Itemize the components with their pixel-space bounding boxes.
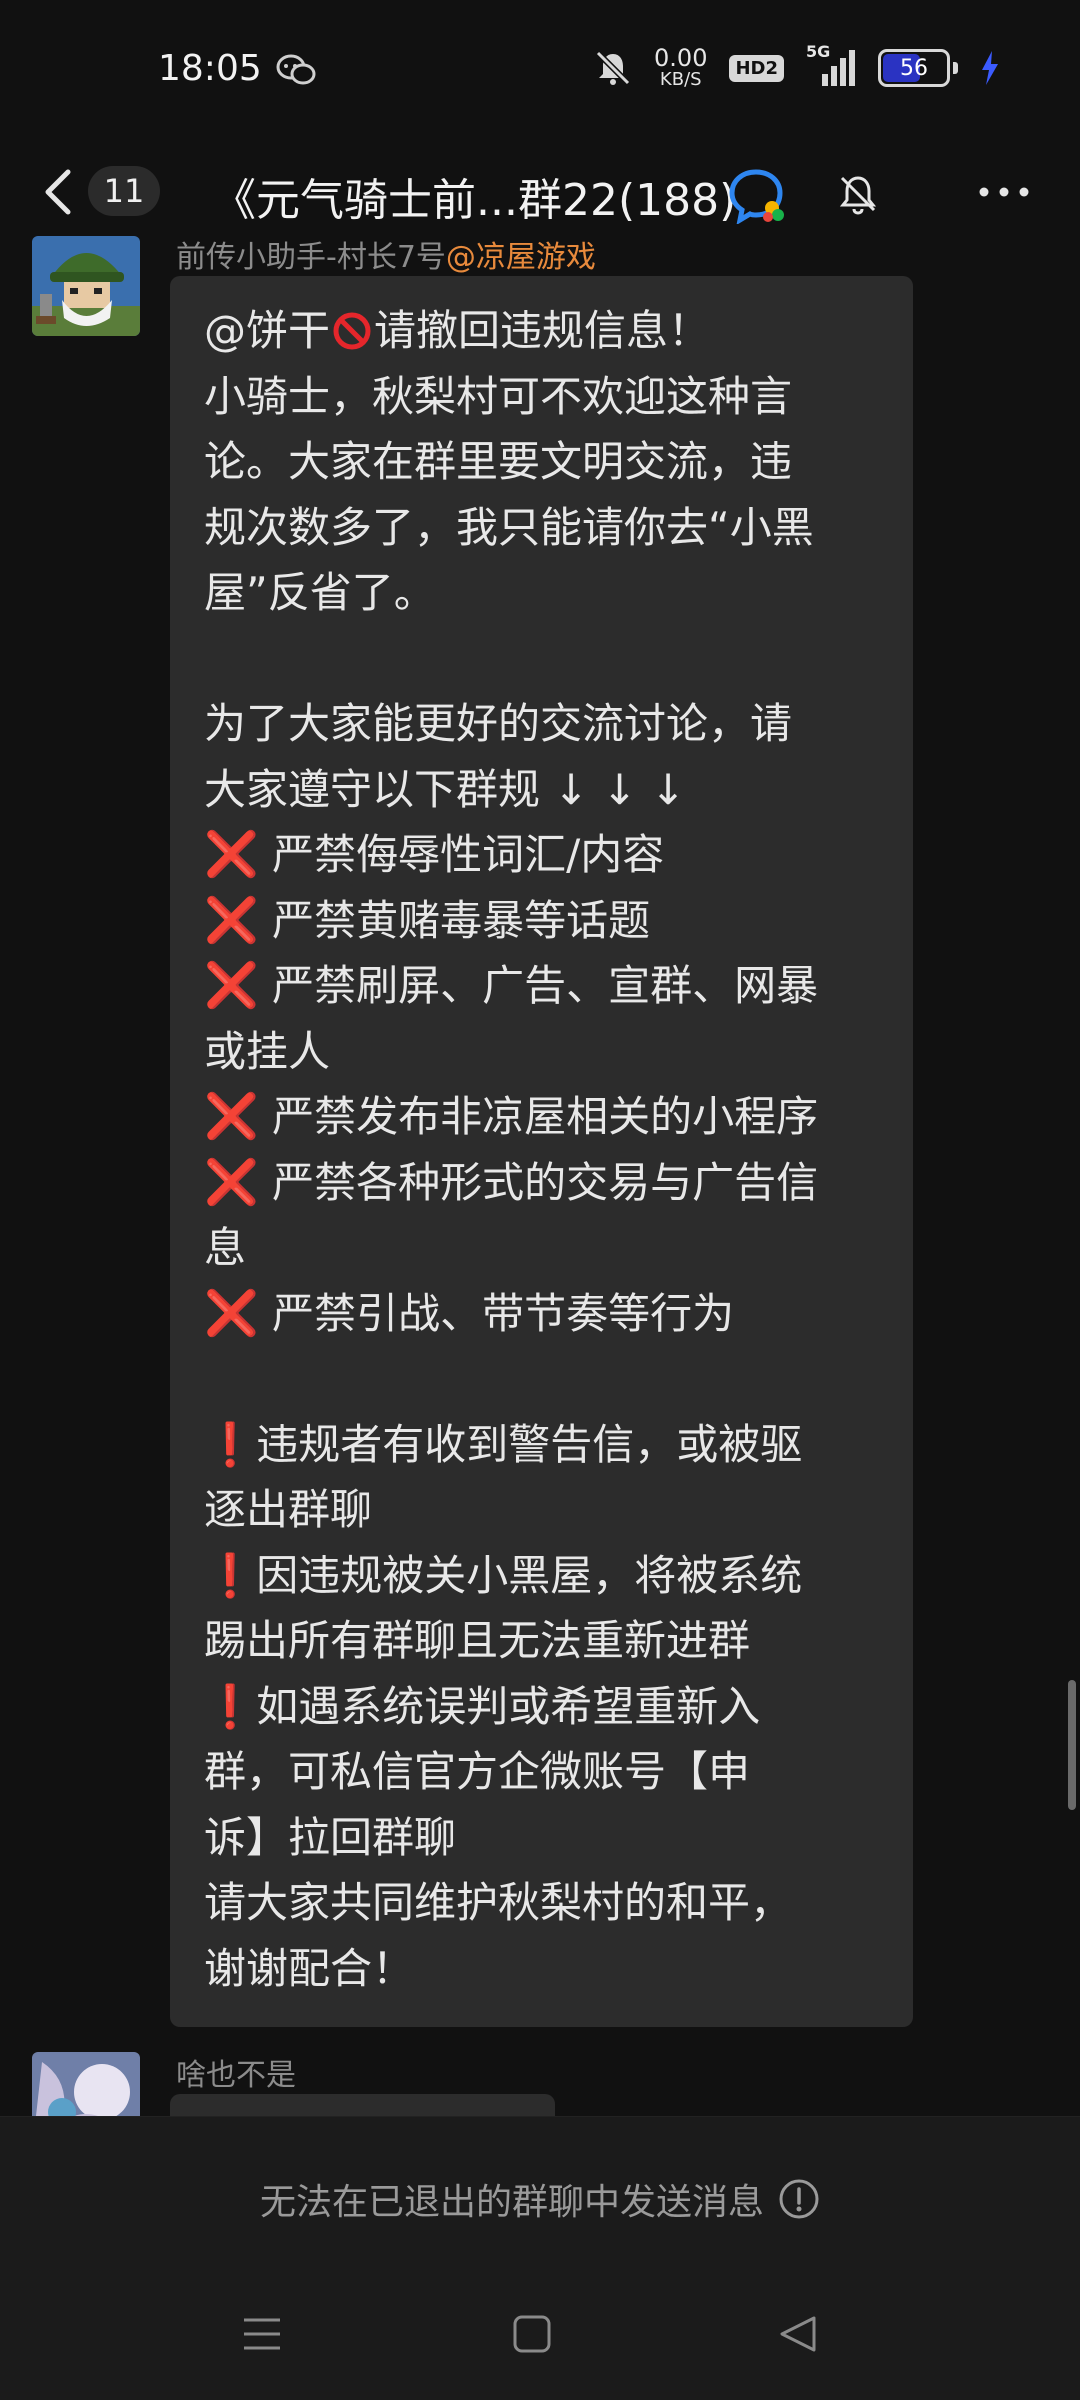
message-text: 请撤回违规信息！: [374, 306, 711, 355]
rule-text: 严禁各种形式的交易与广告信: [258, 1157, 819, 1207]
system-nav-bar: [0, 2268, 1080, 2400]
signal-strength-icon: 5G: [806, 42, 856, 88]
scrollbar-thumb[interactable]: [1068, 1680, 1076, 1810]
sender-org-tag: @凉屋游戏: [445, 240, 596, 275]
back-button[interactable]: [40, 168, 76, 216]
cross-mark-icon: ❌: [204, 1091, 259, 1142]
sender-name: 前传小助手-村长7号@凉屋游戏: [176, 232, 596, 276]
status-time: 18:05: [158, 48, 262, 89]
message-line: 息: [204, 1223, 247, 1272]
cross-mark-icon: ❌: [204, 829, 259, 880]
rule-line: ❌ 严禁发布非凉屋相关的小程序: [204, 1084, 883, 1150]
message-line: 论。大家在群里要文明交流，违: [204, 437, 793, 486]
exclamation-icon: ❗: [204, 1550, 257, 1600]
notice-text: 违规者有收到警告信，或被驱: [256, 1419, 803, 1469]
message-line: 或挂人: [204, 1026, 331, 1076]
message-line: 规次数多了，我只能请你去“小黑: [204, 502, 814, 552]
message-line: 屋”反省了。: [204, 568, 436, 617]
cross-mark-icon: ❌: [204, 1156, 259, 1208]
menu-icon[interactable]: [240, 2312, 284, 2356]
message-line: 小骑士，秋梨村可不欢迎这种言: [204, 371, 793, 421]
battery-level: 56: [900, 55, 928, 81]
message-line: 踢出所有群聊且无法重新进群: [204, 1616, 751, 1665]
avatar[interactable]: [32, 236, 140, 336]
message-line: 大家遵守以下群规 ↓ ↓ ↓: [204, 764, 686, 814]
unread-count-badge[interactable]: 11: [88, 166, 160, 216]
network-speed-unit: KB/S: [659, 69, 702, 90]
mute-notification-icon: [595, 50, 631, 86]
message-line: 逐出群聊: [204, 1485, 373, 1534]
screen: 18:05 0.00 KB/S HD2 5G 56 11 《元气骑士前...群2…: [0, 0, 1080, 2400]
notice-text: 如遇系统误判或希望重新入: [256, 1681, 761, 1731]
message-line: [204, 1346, 883, 1412]
notice-text: 无法在已退出的群聊中发送消息: [259, 2182, 764, 2223]
mention-text: @饼干: [204, 306, 331, 355]
message-bubble[interactable]: @饼干 请撤回违规信息！ 小骑士，秋梨村可不欢迎这种言 论。大家在群里要文明交流，…: [170, 276, 913, 2027]
message-line: 诉】拉回群聊: [204, 1812, 457, 1862]
message-line: 群，可私信官方企微账号【申: [204, 1747, 751, 1796]
wechat-icon: [276, 54, 316, 85]
rule-text: 严禁发布非凉屋相关的小程序: [258, 1092, 819, 1141]
message-line: 请大家共同维护秋梨村的和平，: [204, 1878, 793, 1927]
exclamation-icon: ❗: [204, 1681, 257, 1731]
triangle-back-icon[interactable]: [776, 2312, 820, 2356]
message-line: [204, 626, 883, 692]
rule-line: ❌ 严禁引战、带节奏等行为: [204, 1281, 883, 1347]
message-line: 为了大家能更好的交流讨论，请: [204, 699, 793, 748]
status-bar: 18:05 0.00 KB/S HD2 5G 56: [0, 0, 1080, 140]
battery-tip: [953, 62, 958, 74]
chat-title[interactable]: 《元气骑士前...群22(188): [212, 164, 736, 228]
cross-mark-icon: ❌: [204, 1287, 259, 1339]
cross-mark-icon: ❌: [204, 960, 259, 1011]
notice-line: ❗如遇系统误判或希望重新入: [204, 1674, 883, 1740]
network-speed-value: 0.00: [654, 44, 708, 72]
message-line: 谢谢配合！: [204, 1943, 415, 1993]
charging-bolt-icon: [982, 51, 998, 85]
message-line: @饼干 请撤回违规信息！: [204, 298, 883, 364]
exclamation-icon: ❗: [204, 1419, 257, 1469]
cross-mark-icon: ❌: [204, 894, 259, 946]
notice-line: ❗违规者有收到警告信，或被驱: [204, 1412, 883, 1478]
group-chat-icon[interactable]: [728, 168, 788, 224]
sender-display-name: 前传小助手-村长7号: [176, 240, 446, 275]
info-circle-icon[interactable]: [778, 2178, 820, 2220]
chat-header: 11 《元气骑士前...群22(188): [0, 140, 1080, 240]
rule-text: 严禁引战、带节奏等行为: [258, 1288, 735, 1338]
status-indicators: 0.00 KB/S HD2 5G 56: [594, 42, 1000, 90]
rule-line: ❌ 严禁侮辱性词汇/内容: [204, 822, 883, 888]
left-group-notice: 无法在已退出的群聊中发送消息: [0, 2173, 1080, 2225]
hd-voice-badge: HD2: [729, 54, 784, 82]
rule-line: ❌ 严禁黄赌毒暴等话题: [204, 888, 883, 954]
rule-text: 严禁侮辱性词汇/内容: [258, 830, 665, 879]
notice-line: ❗因违规被关小黑屋，将被系统: [204, 1543, 883, 1609]
rule-text: 严禁黄赌毒暴等话题: [258, 895, 651, 945]
bell-off-icon[interactable]: [836, 172, 880, 216]
prohibited-emoji-icon: [333, 312, 371, 350]
avatar[interactable]: [32, 2052, 140, 2116]
more-horizontal-icon[interactable]: [976, 176, 1032, 208]
network-speed: 0.00 KB/S: [654, 46, 707, 90]
input-area: 无法在已退出的群聊中发送消息: [0, 2116, 1080, 2269]
message-list[interactable]: 前传小助手-村长7号@凉屋游戏 @饼干 请撤回违规信息！ 小骑士，秋梨村可不欢迎这…: [0, 226, 1080, 2116]
rule-line: ❌ 严禁刷屏、广告、宣群、网暴: [204, 953, 883, 1019]
rule-line: ❌ 严禁各种形式的交易与广告信: [204, 1150, 883, 1216]
message-bubble[interactable]: [170, 2094, 555, 2116]
notice-text: 因违规被关小黑屋，将被系统: [256, 1550, 803, 1600]
square-home-icon[interactable]: [510, 2312, 554, 2356]
sender-name: 啥也不是: [176, 2058, 296, 2093]
rule-text: 严禁刷屏、广告、宣群、网暴: [258, 961, 819, 1010]
battery-icon: 56: [878, 49, 950, 87]
